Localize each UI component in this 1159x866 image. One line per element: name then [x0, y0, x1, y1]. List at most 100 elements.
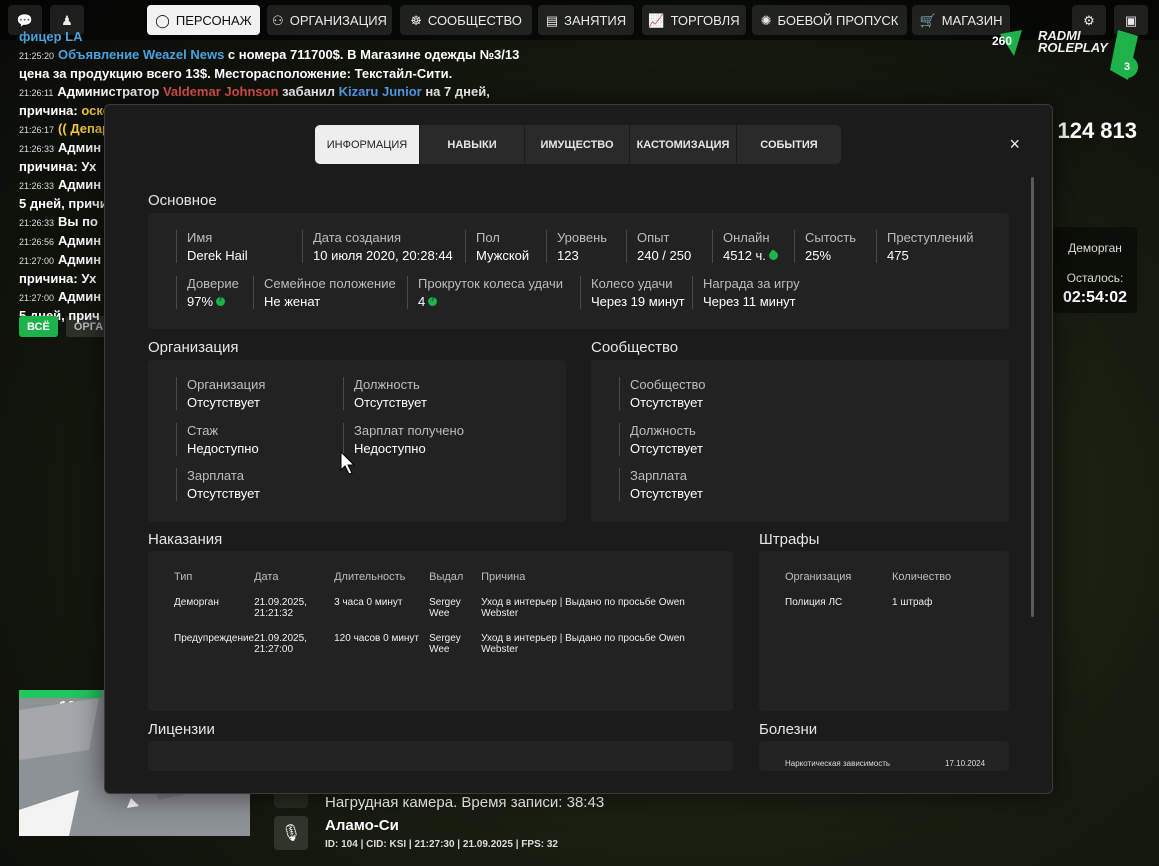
help-icon[interactable]	[768, 250, 778, 260]
section-title-basic: Основное	[148, 192, 217, 209]
table-cell: Sergey Wee	[429, 597, 461, 619]
field-org-salary: Зарплата Отсутствует	[176, 468, 260, 501]
chat-filter-all[interactable]: ВСЁ	[19, 316, 58, 337]
logo-number: 260	[992, 34, 1013, 48]
player-arrow-icon	[127, 798, 139, 808]
logo-badge: 3	[1116, 56, 1138, 78]
field-crimes: Преступлений 475	[876, 230, 973, 263]
money-display: 124 813	[1057, 118, 1137, 143]
field-org-salaries-received: Зарплат получено Недоступно	[343, 423, 464, 456]
table-row: Предупреждение 21.09.2025, 21:27:00 120 ча…	[174, 633, 694, 669]
chat-text: с номера 711700$. В Магазине одежды №3/1…	[224, 47, 520, 62]
help-icon[interactable]	[428, 296, 438, 306]
tab-trade[interactable]: 📈 ТОРГОВЛЯ	[642, 5, 746, 35]
community-panel: Сообщество Отсутствует Должность Отсутству…	[591, 360, 1009, 522]
chat-text: Админ	[58, 177, 102, 192]
chat-text: забанил	[278, 84, 339, 99]
fines-panel: Организация Количество Полиция ЛС 1 штраф	[759, 551, 1009, 711]
table-header-cell: Дата	[254, 571, 279, 583]
jail-title: Деморган	[1068, 241, 1122, 255]
modal-tabs: ИНФОРМАЦИЯ НАВЫКИ ИМУЩЕСТВО КАСТОМИЗАЦИЯ…	[315, 125, 841, 164]
trade-icon: 📈	[648, 12, 665, 28]
table-cell: 120 часов 0 минут	[334, 633, 420, 644]
chat-line: фицер LA	[19, 28, 579, 46]
chat-line: 21:25:20 Объявление Weazel News с номера …	[19, 46, 579, 65]
fines-body: Полиция ЛС 1 штраф	[785, 597, 985, 622]
session-info: ID: 104 | CID: KSI | 21:27:30 | 21.09.20…	[325, 839, 558, 850]
field-org-position: Должность Отсутствует	[343, 377, 427, 410]
punishments-body: Деморган 21.09.2025, 21:21:32 3 часа 0 мин…	[174, 597, 694, 669]
tab-events[interactable]: СОБЫТИЯ	[737, 125, 841, 164]
chat-line: 21:26:11 Администратор Valdemar Johnson з…	[19, 83, 579, 102]
tab-battlepass[interactable]: ✺ БОЕВОЙ ПРОПУСК	[752, 5, 907, 35]
chat-text: Админ	[58, 252, 102, 267]
table-cell: 3 часа 0 минут	[334, 597, 403, 608]
field-trust: Доверие 97%	[176, 276, 239, 309]
table-cell: Полиция ЛС	[785, 597, 843, 608]
fines-header: Организация Количество	[785, 571, 985, 597]
table-cell: Уход в интерьер | Выдано по просьбе Owen…	[481, 597, 685, 619]
basic-panel: Имя Derek Hail Дата создания 10 июля 2020,…	[148, 213, 1009, 329]
field-wheel: Колесо удачи Через 19 минут	[580, 276, 685, 309]
chat-text: Админ	[58, 140, 102, 155]
punishments-header: Тип Дата Длительность Выдал Причина	[174, 571, 694, 597]
table-header-cell: Выдал	[429, 571, 464, 583]
tab-customization[interactable]: КАСТОМИЗАЦИЯ	[630, 125, 737, 164]
table-row: Полиция ЛС 1 штраф	[785, 597, 985, 622]
section-title-punishments: Наказания	[148, 531, 223, 548]
tab-skills[interactable]: НАВЫКИ	[420, 125, 525, 164]
bodycam-status: Нагрудная камера. Время записи: 38:43	[325, 794, 605, 811]
location-name: Аламо-Си	[325, 817, 399, 834]
table-header-cell: Причина	[481, 571, 526, 583]
tab-information[interactable]: ИНФОРМАЦИЯ	[315, 125, 420, 164]
organization-panel: Организация Отсутствует Должность Отсутств…	[148, 360, 566, 522]
help-icon[interactable]	[216, 296, 226, 306]
tab-property[interactable]: ИМУЩЕСТВО	[525, 125, 630, 164]
battlepass-icon: ✺	[760, 12, 772, 28]
field-community-salary: Зарплата Отсутствует	[619, 468, 703, 501]
microphone-button[interactable]: 🎙	[274, 816, 308, 850]
scrollbar[interactable]	[1031, 177, 1034, 617]
field-community-position: Должность Отсутствует	[619, 423, 703, 456]
chat-text: Вы по	[58, 214, 98, 229]
punishments-table: Тип Дата Длительность Выдал Причина Деморган…	[174, 571, 694, 669]
chat-text: цена за продукцию всего 13$. Местораспол…	[19, 66, 453, 81]
chat-icon: 💬	[16, 12, 34, 28]
section-title-community: Сообщество	[591, 339, 679, 356]
person-icon: ◯	[155, 12, 170, 28]
disease-date: 17.10.2024	[945, 759, 986, 768]
chat-text: Объявление Weazel News	[58, 47, 225, 62]
field-play-reward: Награда за игру Через 11 минут	[692, 276, 800, 309]
field-online: Онлайн 4512 ч.	[712, 230, 778, 263]
chat-timestamp: 21:25:20	[19, 51, 55, 61]
chat-timestamp: 21:26:33	[19, 144, 55, 154]
field-satiety: Сытость 25%	[794, 230, 856, 263]
mouse-cursor-icon	[340, 451, 356, 475]
table-header-cell: Организация	[785, 571, 852, 583]
field-marital: Семейное положение Не женат	[253, 276, 396, 309]
jail-timer: 02:54:02	[1062, 289, 1128, 306]
chat-text: причина:	[19, 103, 82, 118]
field-org: Организация Отсутствует	[176, 377, 265, 410]
table-cell: Деморган	[174, 597, 219, 608]
table-cell: 21.09.2025, 21:27:00	[254, 633, 307, 655]
inventory-icon: ▣	[1124, 12, 1138, 28]
field-created: Дата создания 10 июля 2020, 20:28:44	[302, 230, 453, 263]
chat-timestamp: 21:27:00	[19, 293, 55, 303]
officer-icon: ♟	[61, 12, 73, 28]
activities-icon: ▤	[545, 12, 559, 28]
chat-text: на 7 дней,	[421, 84, 490, 99]
organization-icon: ⚇	[272, 12, 284, 28]
punishments-panel: Тип Дата Длительность Выдал Причина Деморган…	[148, 551, 733, 711]
jail-timer-panel: Деморган Осталось: 02:54:02	[1053, 227, 1137, 313]
gear-icon: ⚙	[1083, 12, 1095, 28]
close-button[interactable]: ×	[1009, 135, 1020, 153]
chat-text: Администратор	[57, 84, 163, 99]
section-title-diseases: Болезни	[759, 721, 818, 738]
chat-text: фицер LA	[19, 29, 83, 44]
table-cell: Предупреждение	[174, 633, 255, 644]
chat-timestamp: 21:26:33	[19, 218, 55, 228]
chat-text: Админ	[58, 289, 102, 304]
chat-timestamp: 21:26:11	[19, 88, 54, 98]
fines-table: Организация Количество Полиция ЛС 1 штраф	[785, 571, 985, 622]
